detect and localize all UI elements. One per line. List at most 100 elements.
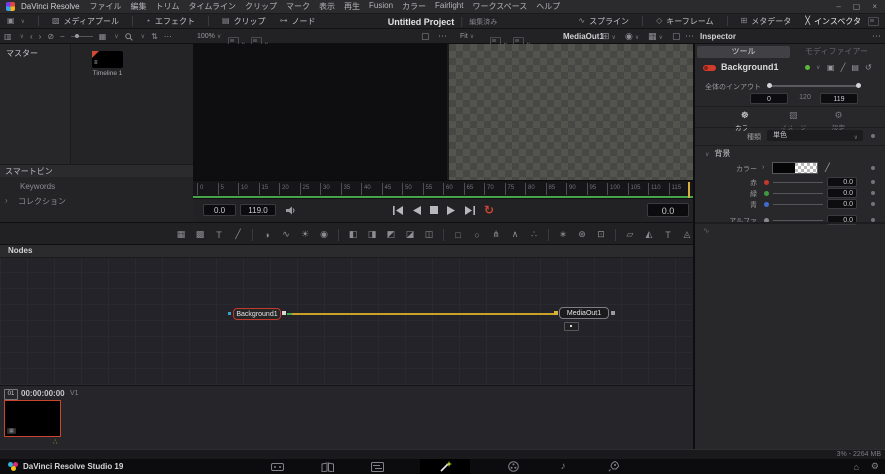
menu-item[interactable]: 編集 — [131, 1, 147, 12]
spline-button[interactable]: ∿スプライン — [571, 14, 636, 28]
shape3d-tool-icon[interactable]: ◭ — [644, 229, 654, 240]
settings-gear-icon[interactable]: ⚙ — [871, 461, 879, 472]
menu-item[interactable]: Fusion — [369, 1, 393, 12]
menu-item[interactable]: マーク — [286, 1, 310, 12]
link-icon[interactable]: ⊘ — [47, 33, 54, 41]
effects-button[interactable]: ⋆エフェクト — [139, 14, 202, 28]
keyframes-button[interactable]: ◇キーフレーム — [649, 14, 720, 28]
menu-item[interactable]: 表示 — [319, 1, 335, 12]
right-viewer-zoom-select[interactable]: Fit∨ — [460, 33, 474, 40]
thumb-view-icon[interactable]: ▥ — [4, 33, 12, 41]
fairlight-page-button[interactable]: ♪ — [556, 459, 570, 474]
paint-tool-icon[interactable]: ╱ — [233, 229, 243, 240]
collections-chevron-icon[interactable]: › — [5, 196, 8, 205]
fastnoise-tool-icon[interactable]: ▩ — [195, 229, 205, 240]
active-clip-thumbnail[interactable]: ▦ — [4, 400, 61, 437]
merge3d-tool-icon[interactable]: ◬ — [682, 229, 692, 240]
color-page-button[interactable] — [506, 459, 520, 474]
maximize-button[interactable]: ▢ — [853, 2, 861, 11]
menu-item[interactable]: カラー — [402, 1, 426, 12]
deltakeyer-tool-icon[interactable]: ◪ — [405, 229, 415, 240]
toolbar-separator[interactable] — [615, 229, 616, 241]
toolbar-separator[interactable] — [548, 229, 549, 241]
channel-slider[interactable] — [773, 193, 823, 194]
node-connection-wire[interactable] — [287, 313, 555, 315]
right-viewer-transparency-checkerboard[interactable] — [449, 44, 693, 180]
left-viewer-options-icon[interactable]: ⋯ — [438, 32, 447, 41]
clips-button[interactable]: ▤クリップ — [215, 14, 273, 28]
channel-slider[interactable] — [773, 220, 823, 221]
reset-icon[interactable]: ↺ — [865, 63, 872, 72]
menu-item[interactable]: クリップ — [245, 1, 277, 12]
go-to-end-button[interactable] — [464, 206, 475, 215]
mediaout-node-expander[interactable] — [564, 322, 579, 331]
magicmask-tool-icon[interactable]: ∴ — [529, 229, 539, 240]
viewer-source-name[interactable]: MediaOut1 — [563, 32, 604, 41]
forward-icon[interactable]: › — [39, 33, 42, 41]
loop-playback-button[interactable]: ↻ — [484, 203, 494, 217]
more-options-icon[interactable]: ⋯ — [164, 33, 172, 41]
tab-color[interactable]: ☸カラー — [735, 110, 755, 132]
channel-value-field[interactable]: 0.0 — [827, 199, 857, 209]
bspline-mask-tool-icon[interactable]: ∧ — [510, 229, 520, 240]
range-out-handle[interactable] — [856, 83, 861, 88]
channel-value-field[interactable]: 0.0 — [827, 177, 857, 187]
colorcorrector-tool-icon[interactable]: ◑ — [262, 230, 272, 240]
color-keyframe-dot[interactable] — [871, 166, 875, 170]
pemitter-tool-icon[interactable]: ∗ — [558, 229, 568, 240]
play-button[interactable] — [447, 206, 455, 215]
range-start-field[interactable]: 0.0 — [203, 204, 236, 216]
pmerge-tool-icon[interactable]: ⊛ — [577, 229, 587, 240]
node-enable-toggle[interactable] — [703, 65, 716, 71]
menu-item[interactable]: タイムライン — [189, 1, 236, 12]
channel-value-field[interactable]: 0.0 — [827, 188, 857, 198]
tab-modifiers[interactable]: モディファイアー — [790, 46, 883, 58]
versions-icon[interactable]: ▣ — [827, 63, 835, 72]
go-to-start-button[interactable] — [393, 206, 404, 215]
channel-keyframe-dot[interactable] — [871, 180, 875, 184]
channel-keyframe-dot[interactable] — [871, 202, 875, 206]
channel-keyframe-dot[interactable] — [871, 191, 875, 195]
background-section-header[interactable]: ∨背景 — [703, 148, 730, 159]
node-state-chevron-icon[interactable]: ∨ — [816, 64, 820, 71]
background-tool-icon[interactable]: ▦ — [176, 229, 186, 240]
channel-slider[interactable] — [773, 204, 823, 205]
type-keyframe-dot[interactable] — [871, 134, 875, 138]
smart-bins-header[interactable]: スマートビン — [0, 164, 193, 177]
menu-item[interactable]: トリム — [156, 1, 180, 12]
smart-bin-keywords[interactable]: Keywords — [20, 182, 55, 191]
menu-item[interactable]: ファイル — [90, 1, 122, 12]
mattecontrol-tool-icon[interactable]: ◨ — [367, 229, 377, 240]
smart-bin-collections[interactable]: コレクション — [18, 196, 66, 207]
toolbar-separator[interactable] — [252, 229, 253, 241]
tab-settings[interactable]: ⚙設定 — [832, 110, 845, 132]
blur-tool-icon[interactable]: ◉ — [319, 229, 329, 240]
media-pool-button[interactable]: ▧メディアプール — [45, 14, 126, 28]
textplus-tool-icon[interactable]: T — [214, 230, 224, 240]
brightness-contrast-tool-icon[interactable]: ☀ — [300, 229, 310, 240]
minus-icon[interactable]: − — [60, 33, 65, 41]
bin-item-master[interactable]: マスター — [0, 44, 70, 59]
timeline-clip-thumbnail[interactable]: ≡ — [92, 51, 123, 68]
chromakeyer-tool-icon[interactable]: ◩ — [386, 229, 396, 240]
left-viewer-expand-icon[interactable]: ▢ — [421, 32, 430, 41]
mediaout-node[interactable]: MediaOut1 — [559, 307, 609, 319]
audio-mute-icon[interactable] — [286, 206, 296, 215]
stop-button[interactable] — [430, 206, 438, 214]
left-viewer-zoom-select[interactable]: 100%∨ — [197, 33, 221, 40]
imageplane3d-tool-icon[interactable]: ▱ — [625, 229, 635, 240]
tab-tools[interactable]: ツール — [697, 46, 790, 58]
edit-icon[interactable]: ╱ — [841, 63, 846, 72]
planartracker-tool-icon[interactable]: ◫ — [424, 229, 434, 240]
menu-item[interactable]: Fairlight — [435, 1, 463, 12]
viewer-grid-icon[interactable]: ▦∨ — [648, 32, 663, 41]
inspector-options-icon[interactable]: ⋯ — [872, 32, 881, 41]
eyedropper-icon[interactable]: ╱ — [825, 163, 830, 172]
cache-icon[interactable]: ▤ — [851, 63, 859, 72]
color-swatch[interactable] — [772, 162, 818, 174]
merge-tool-icon[interactable]: ◧ — [348, 229, 358, 240]
range-end-field[interactable]: 119.0 — [240, 204, 276, 216]
media-page-button[interactable] — [270, 459, 284, 474]
deliver-page-button[interactable] — [606, 459, 620, 474]
home-icon[interactable]: ⌂ — [853, 462, 858, 472]
